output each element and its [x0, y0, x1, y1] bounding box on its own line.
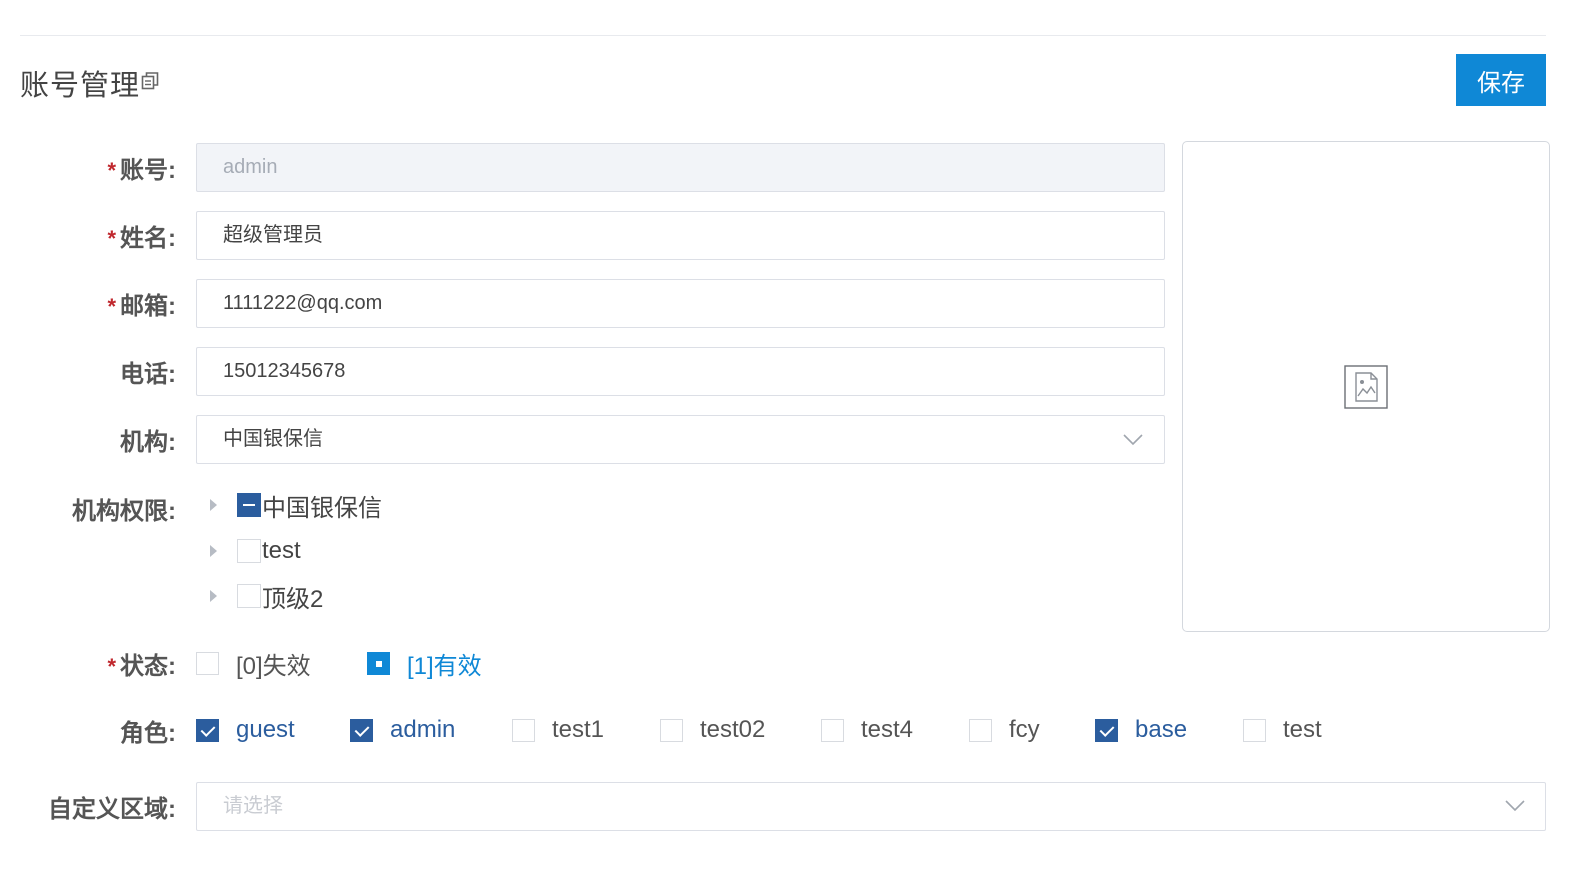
required-mark: *	[107, 294, 116, 319]
account-label: * 账号:	[107, 157, 176, 184]
caret-right-icon[interactable]	[210, 590, 217, 602]
custom-area-select[interactable]: 请选择	[196, 782, 1546, 831]
caret-right-icon[interactable]	[210, 499, 217, 511]
chevron-down-icon[interactable]	[1123, 434, 1143, 446]
required-mark: *	[107, 158, 116, 183]
tree-checkbox[interactable]	[237, 493, 261, 517]
tree-checkbox[interactable]	[237, 539, 261, 563]
radio-label: [1]有效	[407, 652, 482, 680]
role-option-test4[interactable]: test4	[821, 715, 913, 745]
tree-node[interactable]: 中国银保信	[210, 490, 382, 522]
required-mark: *	[107, 654, 116, 679]
role-option-test02[interactable]: test02	[660, 715, 765, 745]
save-button[interactable]: 保存	[1456, 54, 1546, 106]
custom-area-label: 自定义区域:	[48, 796, 176, 823]
account-input: admin	[196, 143, 1165, 192]
roles-label: 角色:	[120, 720, 176, 747]
radio[interactable]	[196, 651, 219, 675]
org-select[interactable]: 中国银保信	[196, 415, 1165, 464]
role-option-test1[interactable]: test1	[512, 715, 604, 745]
role-option-guest[interactable]: guest	[196, 715, 295, 745]
tree-node-label: 顶级2	[262, 585, 324, 613]
role-option-base[interactable]: base	[1095, 715, 1187, 745]
email-input[interactable]: 1111222@qq.com	[196, 279, 1165, 328]
tree-node-label: test	[262, 537, 301, 564]
checkbox[interactable]	[512, 718, 535, 742]
checkbox-label: test4	[861, 716, 914, 743]
checkbox[interactable]	[1243, 718, 1266, 742]
required-mark: *	[107, 226, 116, 251]
org-label: 机构:	[120, 429, 176, 456]
name-label: * 姓名:	[107, 225, 176, 252]
tree-node[interactable]: test	[210, 536, 301, 566]
role-option-admin[interactable]: admin	[350, 715, 455, 745]
status-label: * 状态:	[107, 653, 176, 680]
name-input[interactable]: 超级管理员	[196, 211, 1165, 260]
broken-image-icon	[1344, 365, 1388, 409]
checkbox[interactable]	[969, 718, 992, 742]
org-permissions-label: 机构权限:	[72, 498, 176, 525]
tree-node[interactable]: 顶级2	[210, 581, 324, 613]
radio-label: [0]失效	[236, 652, 311, 680]
checkbox-label: guest	[236, 716, 295, 743]
checkbox-label: fcy	[1009, 716, 1040, 743]
status-option-active[interactable]: [1]有效	[367, 648, 482, 680]
phone-input[interactable]: 15012345678	[196, 347, 1165, 396]
radio[interactable]	[367, 651, 390, 675]
top-divider	[20, 35, 1546, 36]
email-label: * 邮箱:	[107, 293, 176, 320]
chevron-down-icon[interactable]	[1505, 800, 1525, 812]
copy-icon[interactable]	[141, 71, 159, 91]
checkbox[interactable]	[1095, 718, 1118, 742]
checkbox-label: base	[1135, 716, 1188, 743]
page-title: 账号管理	[20, 70, 141, 102]
caret-right-icon[interactable]	[210, 545, 217, 557]
phone-label: 电话:	[120, 361, 176, 388]
status-option-inactive[interactable]: [0]失效	[196, 648, 311, 680]
role-option-test[interactable]: test	[1243, 715, 1322, 745]
checkbox[interactable]	[350, 718, 373, 742]
checkbox[interactable]	[660, 718, 683, 742]
checkbox[interactable]	[821, 718, 844, 742]
checkbox-label: admin	[390, 716, 456, 743]
checkbox[interactable]	[196, 718, 219, 742]
tree-node-label: 中国银保信	[262, 494, 382, 522]
checkbox-label: test	[1283, 716, 1322, 743]
checkbox-label: test1	[552, 716, 605, 743]
checkbox-label: test02	[700, 716, 766, 743]
tree-checkbox[interactable]	[237, 584, 261, 608]
role-option-fcy[interactable]: fcy	[969, 715, 1040, 745]
